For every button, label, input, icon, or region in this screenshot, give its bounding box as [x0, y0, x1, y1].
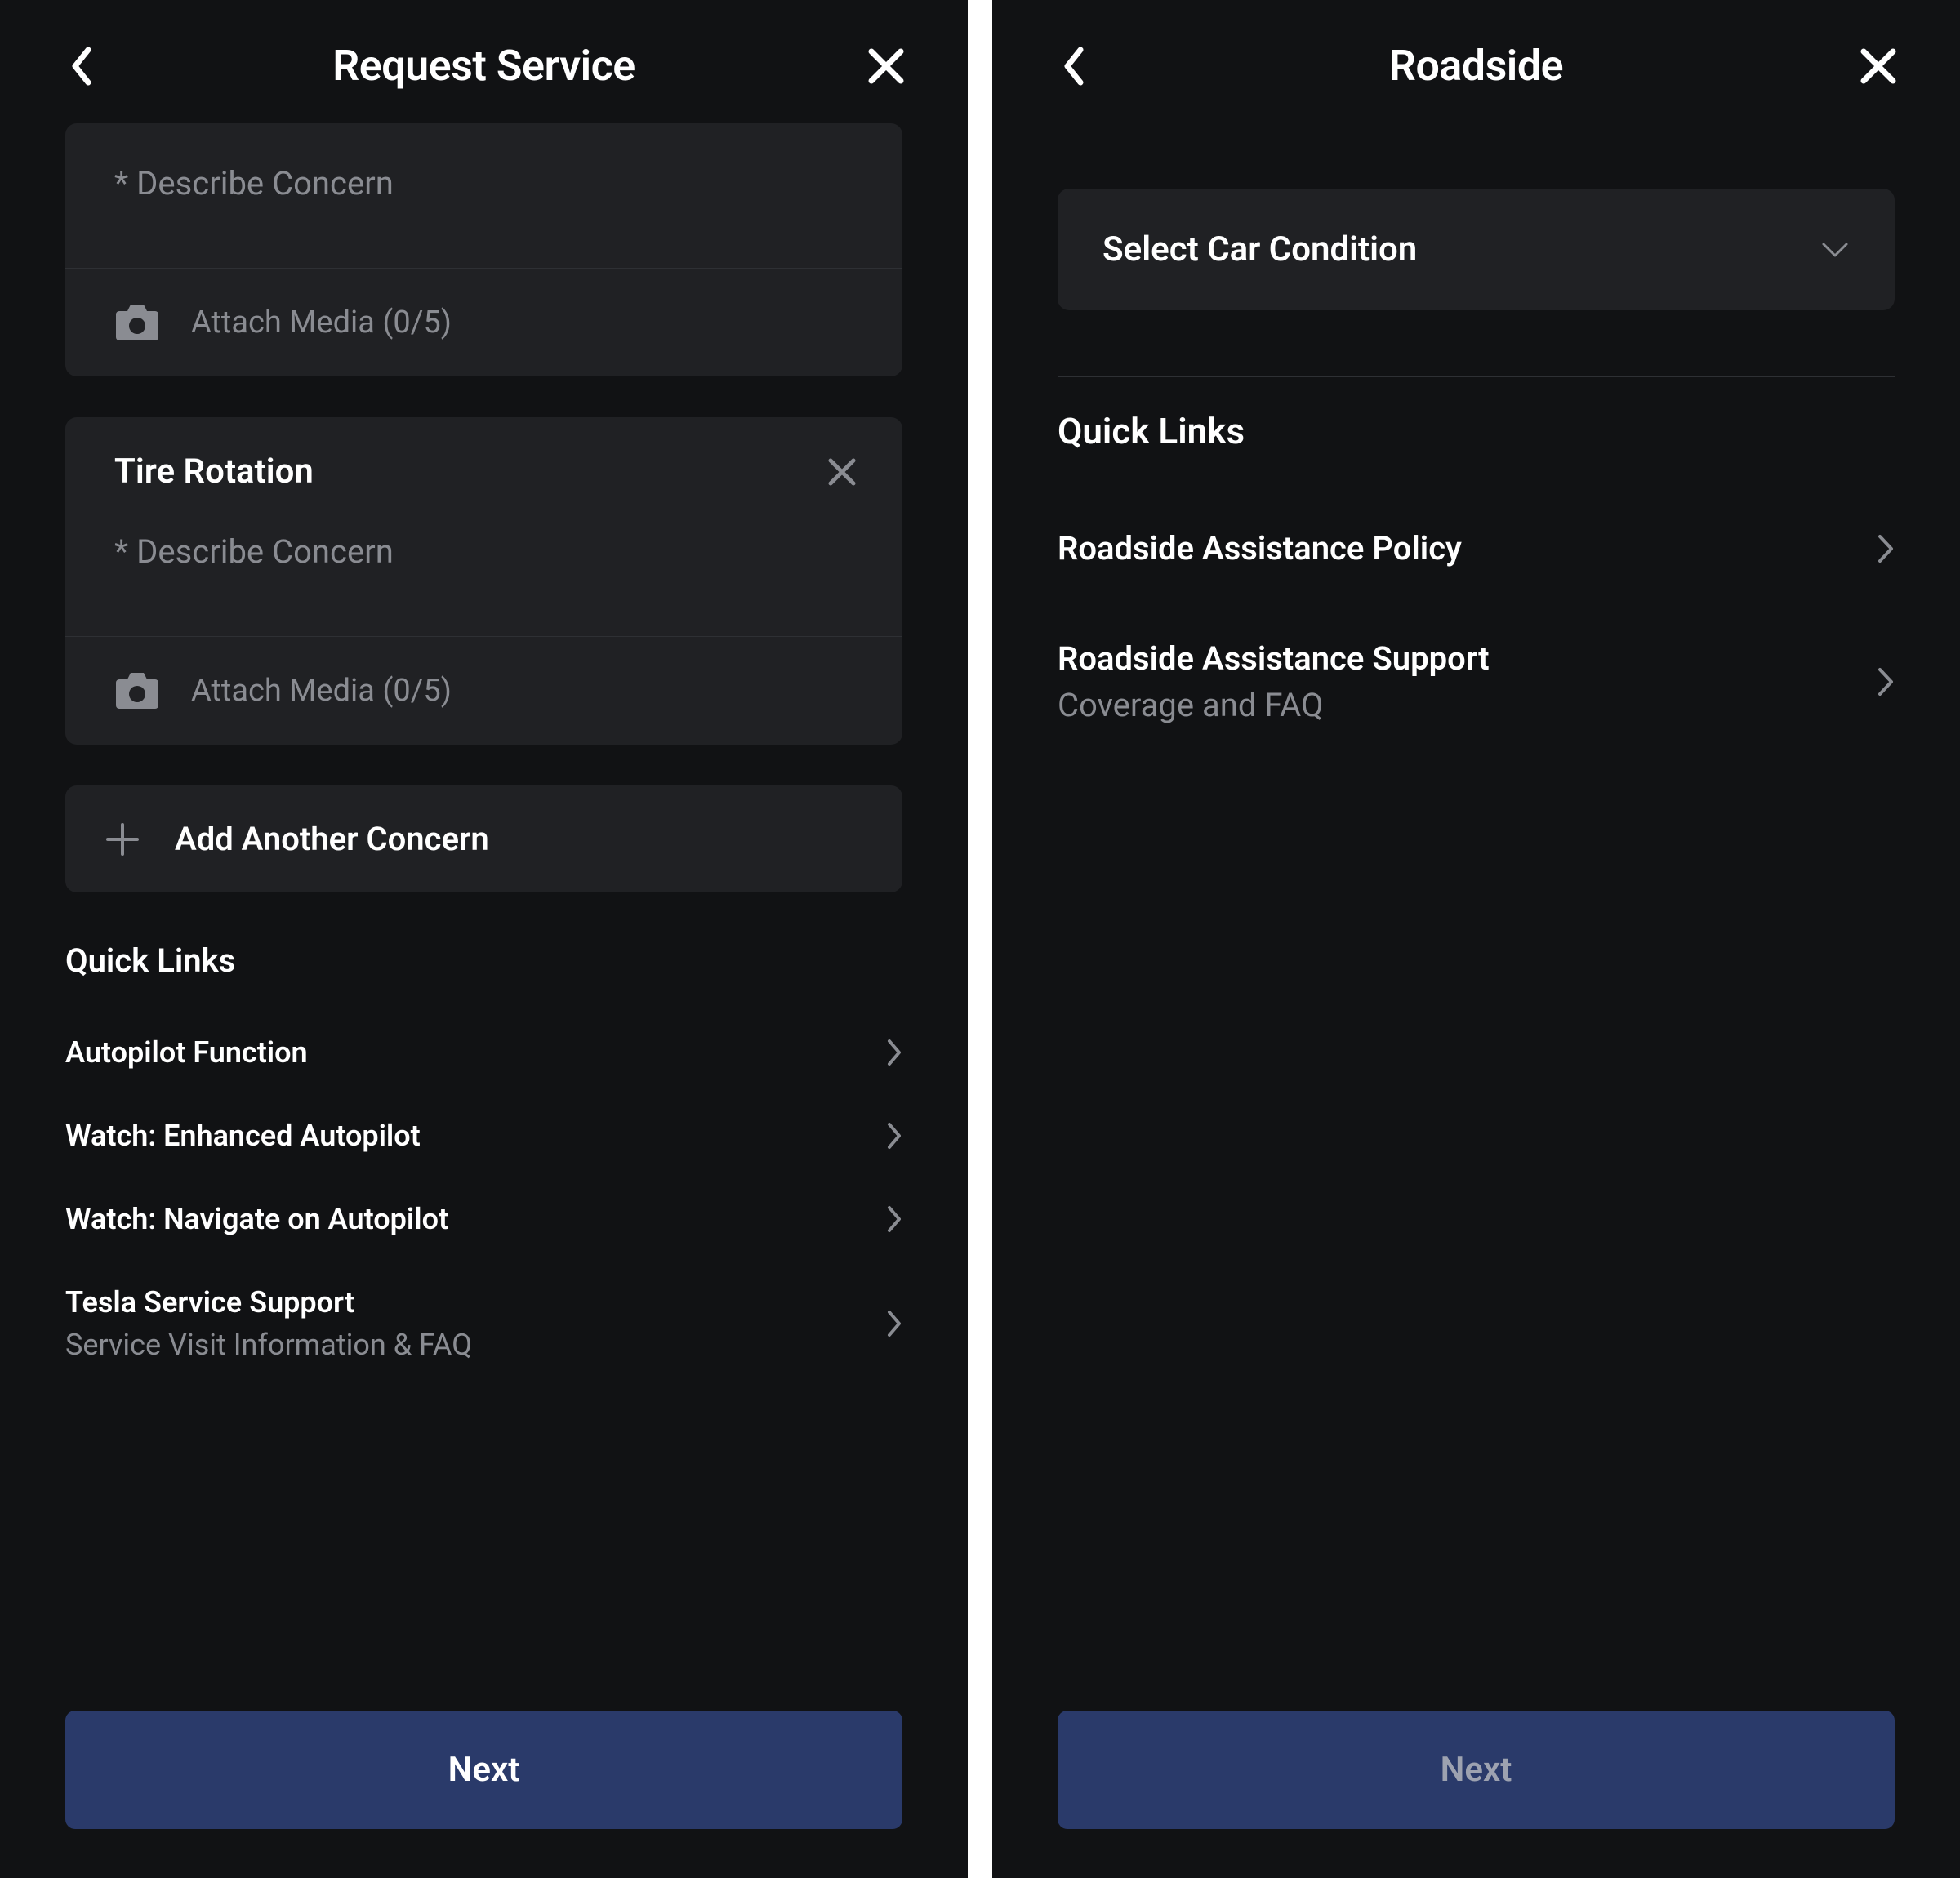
content: * Describe Concern Attach Media (0/5) Ti…	[0, 123, 968, 1678]
link-title: Roadside Assistance Support	[1058, 639, 1490, 678]
concern-card-tire-rotation: Tire Rotation * Describe Concern Attach …	[65, 417, 902, 745]
attach-media-label: Attach Media (0/5)	[191, 673, 452, 709]
page-title: Roadside	[1389, 41, 1563, 91]
close-button[interactable]	[862, 42, 911, 91]
close-icon	[868, 48, 904, 84]
quick-link-roadside-policy[interactable]: Roadside Assistance Policy	[1058, 493, 1895, 603]
quick-links-list: Roadside Assistance Policy Roadside Assi…	[1058, 493, 1895, 760]
quick-links-heading: Quick Links	[65, 941, 902, 980]
remove-concern-button[interactable]	[822, 452, 862, 492]
next-button[interactable]: Next	[65, 1711, 902, 1829]
footer: Next	[992, 1678, 1960, 1878]
chevron-left-icon	[70, 47, 93, 86]
select-label: Select Car Condition	[1102, 229, 1417, 269]
concern-title: Tire Rotation	[114, 452, 314, 492]
link-title: Autopilot Function	[65, 1035, 308, 1070]
quick-link-roadside-support[interactable]: Roadside Assistance Support Coverage and…	[1058, 603, 1895, 760]
back-button[interactable]	[57, 42, 106, 91]
chevron-left-icon	[1062, 47, 1085, 86]
concern-card-header: Tire Rotation	[65, 417, 902, 500]
link-title: Roadside Assistance Policy	[1058, 529, 1462, 567]
divider	[1058, 376, 1895, 377]
quick-link-autopilot-function[interactable]: Autopilot Function	[65, 1011, 902, 1094]
plus-icon	[105, 821, 140, 857]
chevron-right-icon	[886, 1039, 902, 1066]
describe-concern-input[interactable]: * Describe Concern	[65, 500, 902, 637]
back-button[interactable]	[1049, 42, 1098, 91]
next-button[interactable]: Next	[1058, 1711, 1895, 1829]
quick-link-enhanced-autopilot[interactable]: Watch: Enhanced Autopilot	[65, 1094, 902, 1177]
quick-link-navigate-autopilot[interactable]: Watch: Navigate on Autopilot	[65, 1177, 902, 1261]
concern-card: * Describe Concern Attach Media (0/5)	[65, 123, 902, 376]
chevron-right-icon	[886, 1205, 902, 1233]
page-title: Request Service	[332, 41, 635, 91]
select-car-condition-dropdown[interactable]: Select Car Condition	[1058, 189, 1895, 310]
roadside-screen: Roadside Select Car Condition Quick Link…	[992, 0, 1960, 1878]
close-button[interactable]	[1854, 42, 1903, 91]
close-icon	[828, 458, 856, 486]
camera-icon	[114, 671, 160, 710]
close-icon	[1860, 48, 1896, 84]
describe-concern-input[interactable]: * Describe Concern	[65, 123, 902, 269]
footer: Next	[0, 1678, 968, 1878]
content: Select Car Condition Quick Links Roadsid…	[992, 123, 1960, 1678]
attach-media-label: Attach Media (0/5)	[191, 305, 452, 340]
link-subtitle: Coverage and FAQ	[1058, 686, 1490, 724]
quick-links-heading: Quick Links	[1058, 410, 1895, 452]
link-title: Watch: Enhanced Autopilot	[65, 1119, 421, 1153]
header: Roadside	[992, 0, 1960, 123]
add-another-concern-button[interactable]: Add Another Concern	[65, 785, 902, 892]
camera-icon	[114, 303, 160, 342]
quick-link-tesla-service-support[interactable]: Tesla Service Support Service Visit Info…	[65, 1261, 902, 1386]
attach-media-row[interactable]: Attach Media (0/5)	[65, 637, 902, 745]
attach-media-row[interactable]: Attach Media (0/5)	[65, 269, 902, 376]
chevron-right-icon	[1877, 533, 1895, 564]
header: Request Service	[0, 0, 968, 123]
chevron-right-icon	[1877, 666, 1895, 697]
link-title: Watch: Navigate on Autopilot	[65, 1202, 448, 1236]
link-subtitle: Service Visit Information & FAQ	[65, 1328, 472, 1362]
add-another-label: Add Another Concern	[175, 820, 489, 858]
link-title: Tesla Service Support	[65, 1285, 472, 1319]
chevron-right-icon	[886, 1310, 902, 1337]
request-service-screen: Request Service * Describe Concern Attac…	[0, 0, 968, 1878]
chevron-right-icon	[886, 1122, 902, 1150]
chevron-down-icon	[1820, 241, 1850, 259]
